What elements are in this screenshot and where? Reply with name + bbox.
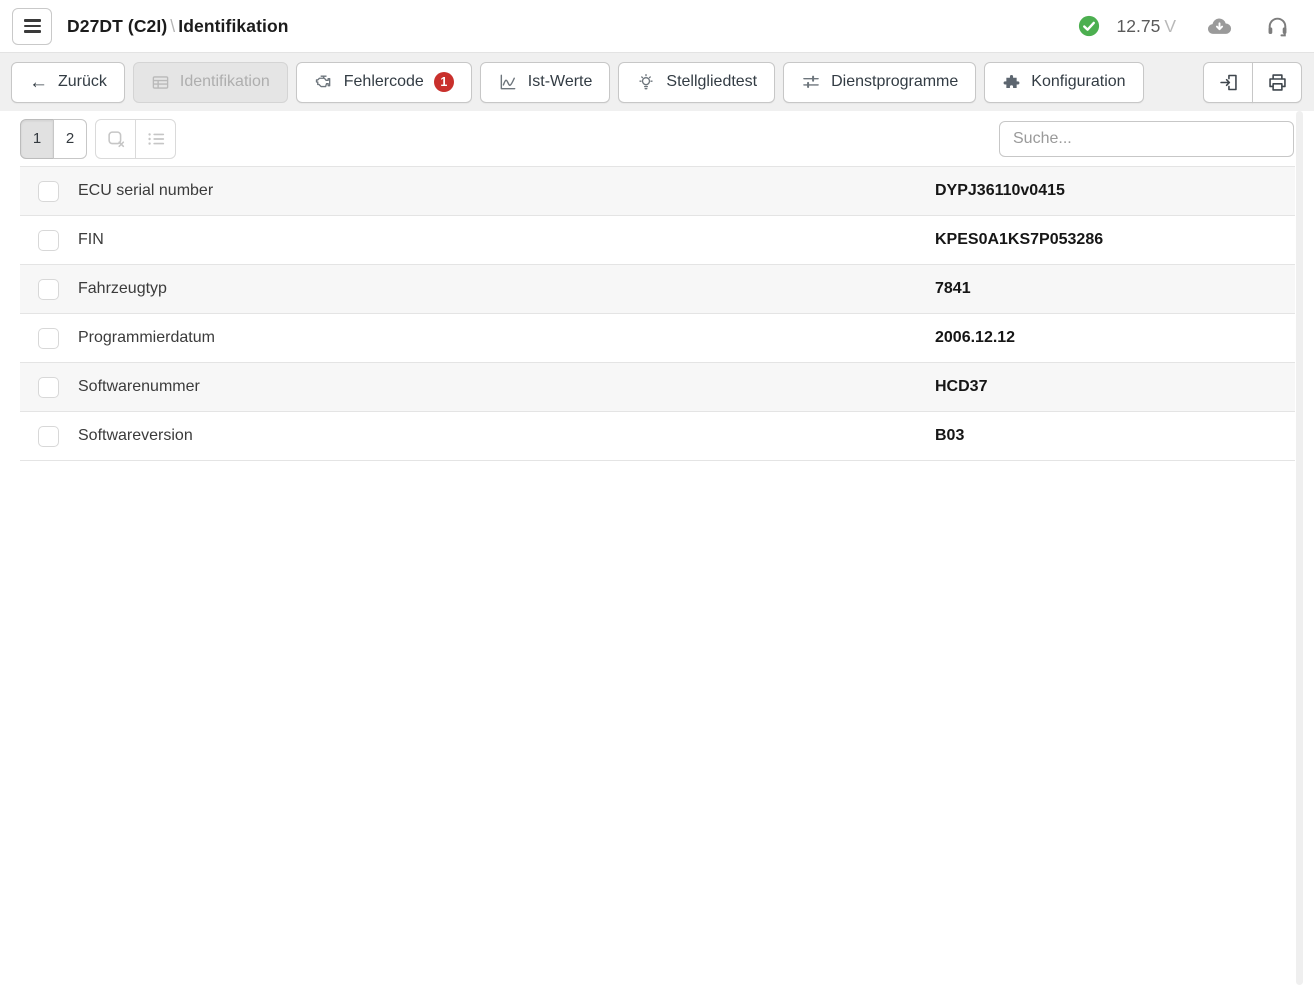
tab-label: Konfiguration <box>1031 73 1125 91</box>
export-icon <box>1218 72 1239 93</box>
chart-line-icon <box>498 72 518 92</box>
headset-icon[interactable] <box>1265 14 1290 39</box>
breadcrumb-page: Identifikation <box>178 16 288 36</box>
row-checkbox[interactable] <box>38 181 59 202</box>
tab-label: Stellgliedtest <box>666 73 757 91</box>
bulb-icon <box>636 72 656 92</box>
engine-icon <box>314 72 334 92</box>
tab-label: Dienstprogramme <box>831 73 958 91</box>
vertical-scrollbar[interactable] <box>1296 111 1303 985</box>
table-icon <box>151 73 170 92</box>
search-input[interactable] <box>999 121 1294 157</box>
pagination: 1 2 <box>20 119 87 159</box>
back-button-label: Zurück <box>58 73 107 91</box>
row-value: DYPJ36110v0415 <box>935 182 1065 200</box>
list-controls-bar: 1 2 <box>0 111 1314 166</box>
voltage-value: 12.75 <box>1117 16 1161 36</box>
breadcrumb-separator: \ <box>167 16 178 36</box>
row-value: KPES0A1KS7P053286 <box>935 231 1103 249</box>
table-row[interactable]: Softwarenummer HCD37 <box>20 363 1295 412</box>
table-row[interactable]: Programmierdatum 2006.12.12 <box>20 314 1295 363</box>
back-button[interactable]: ← Zurück <box>11 62 125 103</box>
row-value: 2006.12.12 <box>935 329 1015 347</box>
tab-dienstprogramme[interactable]: Dienstprogramme <box>783 62 976 103</box>
tab-stellgliedtest[interactable]: Stellgliedtest <box>618 62 775 103</box>
connection-ok-check-circle-icon <box>1078 15 1100 37</box>
row-label: Programmierdatum <box>78 329 215 347</box>
battery-voltage: 12.75V <box>1117 16 1176 37</box>
tab-label: Identifikation <box>180 73 270 91</box>
breadcrumb: D27DT (C2I)\Identifikation <box>67 16 289 37</box>
row-value: B03 <box>935 427 964 445</box>
identification-table: ECU serial number DYPJ36110v0415 FIN KPE… <box>20 166 1295 461</box>
row-checkbox[interactable] <box>38 377 59 398</box>
row-label: ECU serial number <box>78 182 213 200</box>
selection-tools-group <box>95 119 176 159</box>
tab-konfiguration[interactable]: Konfiguration <box>984 62 1143 103</box>
tab-label: Fehlercode <box>344 73 424 91</box>
tab-identifikation: Identifikation <box>133 62 288 103</box>
export-report-button[interactable] <box>1203 62 1253 103</box>
left-arrow-icon: ← <box>29 73 48 92</box>
list-icon <box>135 119 176 159</box>
cloud-download-icon[interactable] <box>1206 13 1233 40</box>
voltage-unit: V <box>1164 16 1176 36</box>
sliders-icon <box>801 72 821 92</box>
row-checkbox[interactable] <box>38 328 59 349</box>
header-bar: D27DT (C2I)\Identifikation 12.75V <box>0 0 1314 52</box>
row-checkbox[interactable] <box>38 230 59 251</box>
row-value: 7841 <box>935 280 971 298</box>
row-checkbox[interactable] <box>38 279 59 300</box>
tab-fehlercode[interactable]: Fehlercode 1 <box>296 62 472 103</box>
error-count-badge: 1 <box>434 72 454 92</box>
tab-ist-werte[interactable]: Ist-Werte <box>480 62 611 103</box>
tab-label: Ist-Werte <box>528 73 593 91</box>
header-status-area: 12.75V <box>1078 13 1300 40</box>
table-row[interactable]: Fahrzeugtyp 7841 <box>20 265 1295 314</box>
table-row[interactable]: FIN KPES0A1KS7P053286 <box>20 216 1295 265</box>
diagnostic-app-window: D27DT (C2I)\Identifikation 12.75V <box>0 0 1314 985</box>
hamburger-menu-button[interactable] <box>12 8 52 45</box>
row-label: Softwarenummer <box>78 378 200 396</box>
row-checkbox[interactable] <box>38 426 59 447</box>
puzzle-icon <box>1002 73 1021 92</box>
deselect-icon <box>95 119 136 159</box>
toolbar-action-group <box>1203 62 1302 103</box>
row-label: Softwareversion <box>78 427 193 445</box>
row-label: FIN <box>78 231 104 249</box>
toolbar: ← Zurück Identifikation Fehlercode 1 Ist… <box>0 52 1314 111</box>
page-button-2[interactable]: 2 <box>53 119 87 159</box>
page-button-1[interactable]: 1 <box>20 119 54 159</box>
print-icon <box>1267 72 1288 93</box>
row-value: HCD37 <box>935 378 987 396</box>
table-row[interactable]: ECU serial number DYPJ36110v0415 <box>20 167 1295 216</box>
table-row[interactable]: Softwareversion B03 <box>20 412 1295 461</box>
row-label: Fahrzeugtyp <box>78 280 167 298</box>
breadcrumb-device: D27DT (C2I) <box>67 16 167 36</box>
print-button[interactable] <box>1252 62 1302 103</box>
